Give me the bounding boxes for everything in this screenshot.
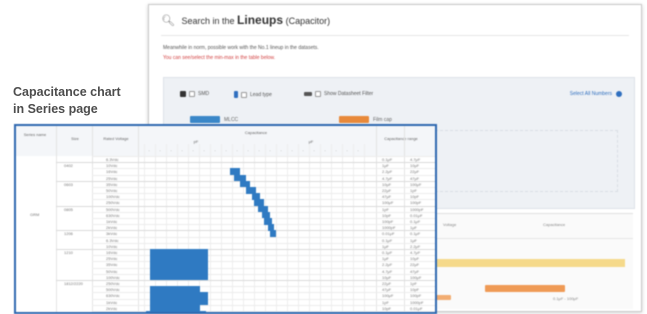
select-all-link[interactable]: Select All Numbers — [570, 91, 612, 97]
size-cell: 0402 — [64, 163, 73, 169]
subheader-tick: · — [335, 148, 337, 153]
grid-vline — [364, 144, 365, 312]
size-cell: 0603 — [64, 181, 73, 187]
grid-vline — [265, 144, 266, 312]
caption-line-1: Capacitance chart — [13, 85, 121, 99]
title-divider — [161, 35, 629, 36]
subheader-tick: · — [280, 148, 282, 153]
size-cell: 1210 — [64, 250, 73, 255]
capacitance-chart-panel: Series name Size Rated Voltage Capacitance p… — [14, 124, 437, 314]
grid-vline — [342, 144, 343, 312]
toggle-dot-icon[interactable] — [616, 91, 622, 97]
filter-lead[interactable]: Lead type — [234, 91, 272, 98]
lower-header-capacitance: Capacitance — [543, 222, 566, 227]
filter-smd[interactable]: SMD — [180, 91, 209, 97]
header-rated-voltage: Rated Voltage — [103, 136, 129, 141]
grid-vline — [221, 144, 222, 312]
subheader-tick: · — [148, 148, 150, 153]
size-divider — [56, 162, 435, 164]
subheader-tick: · — [236, 148, 238, 153]
lower-row-value: 0.1μF - 100μF — [553, 296, 579, 301]
subheader-tick: · — [214, 148, 216, 153]
size-cell: 1812/2220 — [64, 281, 83, 286]
filter-icon — [304, 92, 312, 96]
subheader-tick: · — [291, 148, 293, 153]
title-suffix: (Capacitor) — [285, 16, 331, 26]
tag-film-label: Film cap — [373, 117, 392, 123]
series-cell: GRM — [30, 211, 40, 217]
grid-vline — [254, 144, 255, 312]
grid-vline — [353, 144, 354, 312]
capacitance-bar — [270, 230, 276, 238]
divider — [433, 238, 633, 239]
tag-mlcc[interactable] — [190, 116, 220, 123]
description-text: Meanwhile in norm, possible work with th… — [163, 45, 319, 51]
flag-icon — [234, 91, 238, 98]
search-title: 🔍︎ Search in the Lineups (Capacitor) — [161, 13, 330, 27]
checkbox-icon[interactable] — [241, 91, 247, 98]
subheader-tick: · — [247, 148, 249, 153]
header-range: Capacitance range — [384, 136, 418, 141]
header-series: Series name — [23, 132, 47, 137]
size-cell: 0805 — [64, 206, 73, 212]
header-size: Size — [71, 136, 79, 141]
grid-vline — [144, 144, 145, 312]
subheader-tick: · — [225, 148, 227, 153]
grid-vline — [309, 144, 310, 312]
title-prefix: Search in the — [181, 16, 235, 26]
header-unit-uf: μF — [308, 139, 314, 144]
chip-icon — [180, 91, 186, 97]
subheader-tick: · — [258, 148, 260, 153]
size-divider — [56, 205, 435, 207]
grid-vline — [287, 144, 288, 312]
subheader-tick: · — [159, 148, 161, 153]
filter-datasheet[interactable]: Show Datasheet Filter — [304, 91, 373, 97]
caption-line-2: in Series page — [13, 102, 98, 116]
filter-label: SMD — [198, 91, 210, 97]
subheader-tick: · — [181, 148, 183, 153]
size-divider — [56, 280, 435, 281]
subheader-tick: · — [324, 148, 326, 153]
highlight-row[interactable] — [425, 259, 625, 267]
subheader-tick: · — [357, 148, 359, 153]
lower-table-header — [433, 214, 634, 254]
description-note: You can see/select the min-max in the ta… — [163, 55, 276, 61]
checkbox-icon[interactable] — [315, 91, 321, 97]
filter-label: Show Datasheet Filter — [324, 91, 374, 97]
grid-vline — [243, 144, 244, 312]
filter-label: Lead type — [250, 91, 272, 98]
subheader-tick: · — [170, 148, 172, 153]
subheader-tick: · — [313, 148, 315, 153]
size-divider — [56, 230, 435, 232]
tag-film[interactable] — [339, 116, 369, 123]
title-brand: Lineups — [237, 13, 284, 27]
caption: Capacitance chart in Series page — [13, 84, 121, 118]
size-divider — [56, 249, 435, 250]
search-icon[interactable]: 🔍︎ — [161, 15, 175, 27]
header-unit-pf: pF — [193, 139, 199, 144]
tag-mlcc-label: MLCC — [224, 117, 239, 123]
capacitance-bar — [150, 273, 208, 281]
subheader-tick: · — [346, 148, 348, 153]
subheader-tick: · — [269, 148, 271, 153]
grid-vline — [276, 144, 277, 312]
grid-vline — [331, 144, 332, 312]
size-cell: 1206 — [64, 231, 73, 237]
subheader-tick: · — [203, 148, 205, 153]
grid-vline — [210, 144, 211, 312]
grid-vline — [298, 144, 299, 312]
grid-vline — [320, 144, 321, 312]
header-capacitance: Capacitance — [244, 130, 268, 135]
range-bar[interactable] — [485, 285, 565, 292]
checkbox-icon[interactable] — [189, 91, 195, 97]
subheader-tick: · — [302, 148, 304, 153]
subheader-tick: · — [192, 148, 194, 153]
grid-vline — [56, 126, 57, 312]
lower-header-voltage: Voltage — [443, 222, 457, 227]
